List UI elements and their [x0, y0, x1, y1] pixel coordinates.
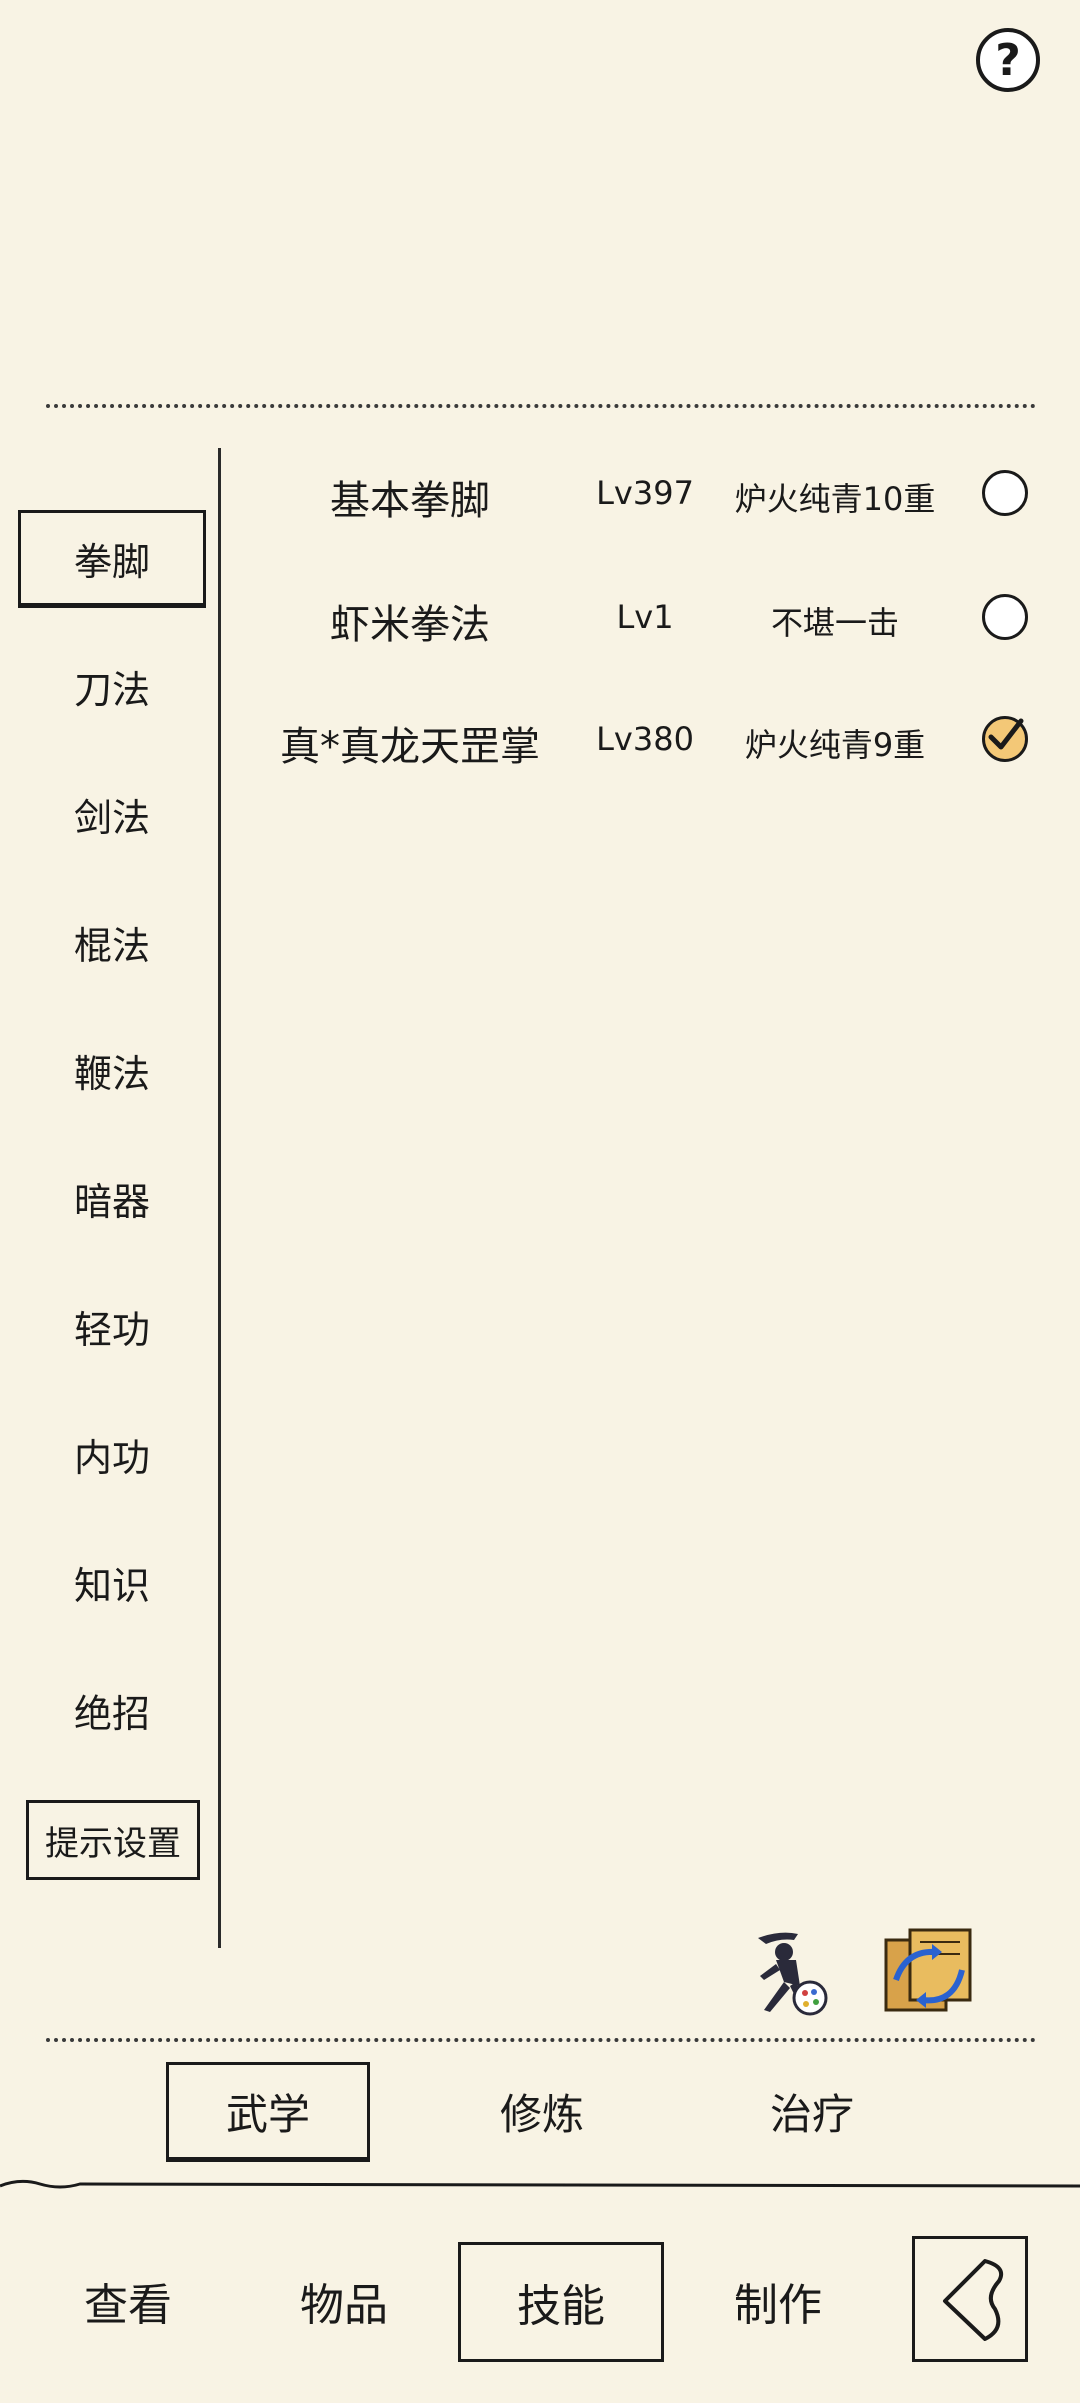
help-button[interactable]: ? [976, 28, 1040, 92]
category-divider [218, 448, 221, 1948]
category-jianfa[interactable]: 剑法 [18, 766, 206, 862]
nav-zhizuo[interactable]: 制作 [690, 2236, 866, 2366]
category-neigong[interactable]: 内功 [18, 1406, 206, 1502]
top-divider [46, 404, 1036, 408]
nav-wupin[interactable]: 物品 [256, 2236, 432, 2366]
category-zhishi[interactable]: 知识 [18, 1534, 206, 1630]
nav-jineng[interactable]: 技能 [458, 2242, 664, 2362]
checkmark-icon [988, 718, 1024, 750]
back-arrow-icon [943, 2259, 1004, 2341]
category-qinggong[interactable]: 轻功 [18, 1278, 206, 1374]
tab-label: 修炼 [499, 2089, 584, 2139]
tab-zhiliao[interactable]: 治疗 [710, 2062, 914, 2160]
category-gunfa[interactable]: 棍法 [18, 894, 206, 990]
category-label: 绝招 [73, 1691, 150, 1736]
tab-label: 武学 [225, 2089, 310, 2139]
category-label: 刀法 [73, 667, 150, 712]
skill-select-radio[interactable] [982, 594, 1028, 640]
martial-artist-icon[interactable] [740, 1920, 836, 2020]
skill-row[interactable]: 基本拳脚 Lv397 炉火纯青10重 [240, 438, 1040, 548]
nav-label: 制作 [734, 2280, 822, 2331]
category-label: 棍法 [73, 923, 150, 968]
hint-settings-label: 提示设置 [45, 1823, 181, 1864]
nav-label: 物品 [300, 2280, 388, 2331]
nav-label: 查看 [84, 2280, 172, 2331]
category-label: 内功 [73, 1435, 150, 1480]
nav-label: 技能 [517, 2281, 605, 2332]
skill-row[interactable]: 真*真龙天罡掌 Lv380 炉火纯青9重 [240, 684, 1040, 794]
skill-name: 基本拳脚 [330, 478, 490, 524]
category-label: 暗器 [73, 1179, 150, 1224]
category-bianfa[interactable]: 鞭法 [18, 1022, 206, 1118]
category-daofa[interactable]: 刀法 [18, 638, 206, 734]
category-anqi[interactable]: 暗器 [18, 1150, 206, 1246]
skill-level: Lv1 [616, 598, 674, 636]
category-label: 鞭法 [73, 1051, 150, 1096]
help-icon: ? [995, 34, 1021, 86]
skill-select-radio[interactable] [982, 470, 1028, 516]
tab-wuxue[interactable]: 武学 [166, 2062, 370, 2160]
skill-rank: 炉火纯青10重 [734, 480, 936, 518]
category-juezhao[interactable]: 绝招 [18, 1662, 206, 1758]
category-label: 剑法 [73, 795, 150, 840]
skill-name: 真*真龙天罡掌 [280, 724, 540, 770]
category-label: 轻功 [73, 1307, 150, 1352]
skill-name: 虾米拳法 [330, 602, 490, 648]
skill-rank: 不堪一击 [770, 604, 899, 642]
skill-row[interactable]: 虾米拳法 Lv1 不堪一击 [240, 562, 1040, 672]
bottom-divider [46, 2038, 1036, 2042]
nav-chakan[interactable]: 查看 [40, 2236, 216, 2366]
hint-settings-button[interactable]: 提示设置 [26, 1800, 200, 1880]
category-label: 拳脚 [73, 539, 150, 584]
skill-select-radio[interactable] [982, 716, 1028, 762]
category-label: 知识 [73, 1563, 150, 1608]
skill-level: Lv397 [596, 474, 694, 512]
skill-rank: 炉火纯青9重 [744, 726, 926, 764]
scroll-swap-icon[interactable] [876, 1920, 980, 2020]
tab-label: 治疗 [769, 2089, 854, 2139]
back-button[interactable] [912, 2236, 1028, 2362]
skill-level: Lv380 [596, 720, 694, 758]
category-quanjiao[interactable]: 拳脚 [18, 510, 206, 606]
tab-xiulian[interactable]: 修炼 [440, 2062, 644, 2160]
brush-stroke-divider [0, 2179, 1080, 2189]
